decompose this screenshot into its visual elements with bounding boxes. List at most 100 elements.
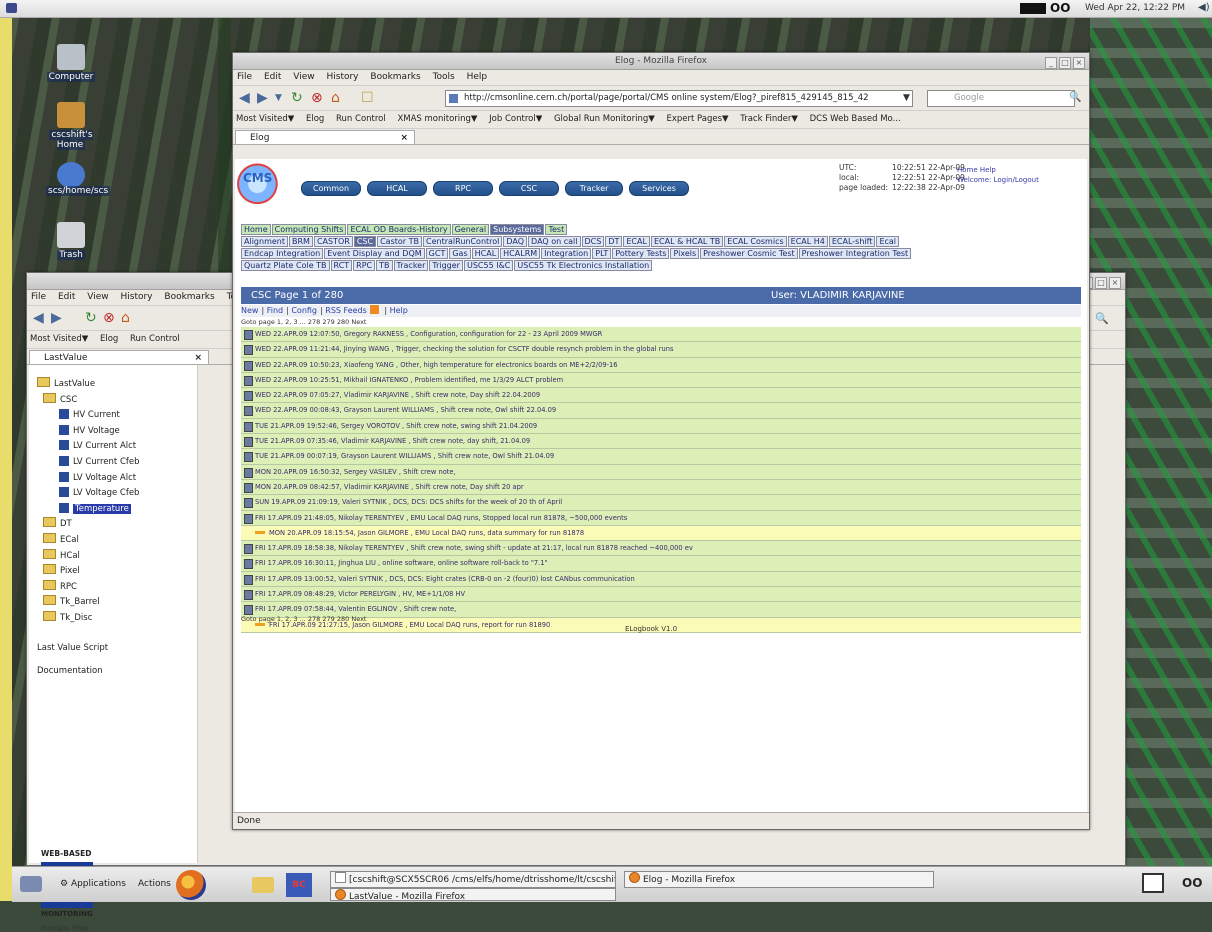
- tree-item-lv-voltage-cfeb[interactable]: LV Voltage Cfeb: [37, 486, 140, 502]
- nav-common[interactable]: Common: [301, 181, 361, 196]
- tab-preshower-integration[interactable]: Preshower Integration Test: [798, 248, 912, 259]
- tree-item-csc[interactable]: CSC: [37, 392, 140, 409]
- tree-item-temperature[interactable]: Temperature: [37, 502, 140, 518]
- cmd-help[interactable]: Help: [390, 306, 408, 315]
- tab-tb[interactable]: TB: [376, 260, 393, 271]
- desktop-icon-trash[interactable]: Trash: [46, 222, 96, 260]
- maximize-icon[interactable]: □: [1095, 277, 1107, 289]
- show-desktop-icon[interactable]: [20, 876, 42, 892]
- tree-item-lv-current-cfeb[interactable]: LV Current Cfeb: [37, 455, 140, 471]
- taskbar-elog[interactable]: Elog - Mozilla Firefox: [624, 871, 934, 888]
- list-item[interactable]: FRI 17.APR.09 16:30:11, Jinghua LIU , on…: [241, 556, 1081, 572]
- tab-pottery-tests[interactable]: Pottery Tests: [612, 248, 670, 259]
- clock[interactable]: Wed Apr 22, 12:22 PM: [1085, 3, 1185, 13]
- bookmark-run-control[interactable]: Run Control: [130, 334, 180, 344]
- tab-tracker[interactable]: Tracker: [393, 260, 429, 271]
- tree-item-tk-barrel[interactable]: Tk_Barrel: [37, 595, 140, 611]
- list-item[interactable]: WED 22.APR.09 12:07:50, Gregory RAKNESS …: [241, 327, 1081, 343]
- desktop-icon-computer[interactable]: Computer: [46, 44, 96, 82]
- tab-preshower-cosmic[interactable]: Preshower Cosmic Test: [700, 248, 798, 259]
- forward-icon[interactable]: ▶: [257, 90, 268, 106]
- tab-quartz-plate[interactable]: Quartz Plate Cole TB: [241, 260, 330, 271]
- tab-hcalrm[interactable]: HCALRM: [500, 248, 541, 259]
- network-icon[interactable]: OO: [1050, 1, 1070, 15]
- list-item[interactable]: FRI 17.APR.09 21:48:05, Nikolay TERENTYE…: [241, 510, 1081, 526]
- list-item[interactable]: MON 20.APR.09 16:50:32, Sergey VASILEV ,…: [241, 464, 1081, 480]
- list-item[interactable]: TUE 21.APR.09 00:07:19, Grayson Laurent …: [241, 449, 1081, 465]
- home-help-link[interactable]: Home Help: [957, 165, 1039, 175]
- list-item[interactable]: TUE 21.APR.09 19:52:46, Sergey VOROTOV ,…: [241, 418, 1081, 435]
- tab-ecal-od-boards[interactable]: ECAL OD Boards-History: [347, 224, 451, 235]
- stop-icon[interactable]: ⊗: [311, 90, 323, 106]
- minimize-icon[interactable]: _: [1045, 57, 1057, 69]
- applications-menu[interactable]: ⚙ Applications: [60, 879, 126, 889]
- tree-item-rpc[interactable]: RPC: [37, 579, 140, 596]
- actions-menu[interactable]: Actions: [138, 879, 171, 889]
- tab-close-icon[interactable]: ×: [400, 131, 408, 145]
- reload-icon[interactable]: ↻: [85, 310, 97, 326]
- tab-computing-shifts[interactable]: Computing Shifts: [271, 224, 347, 235]
- menu-file[interactable]: File: [31, 292, 46, 302]
- tab-test[interactable]: Test: [545, 224, 568, 235]
- tab-dt[interactable]: DT: [605, 236, 623, 247]
- list-item[interactable]: WED 22.APR.09 10:25:51, Mikhail IGNATENK…: [241, 372, 1081, 389]
- menu-tools[interactable]: Tools: [433, 72, 455, 82]
- tab-ecal-h4[interactable]: ECAL H4: [787, 236, 828, 247]
- tab-event-display-dqm[interactable]: Event Display and DQM: [324, 248, 425, 259]
- firefox-launcher-icon[interactable]: [176, 870, 206, 900]
- search-icon[interactable]: 🔍: [1095, 312, 1109, 325]
- tree-item-hv-current[interactable]: HV Current: [37, 408, 140, 424]
- system-menu-icon[interactable]: [6, 3, 17, 13]
- list-item[interactable]: MON 20.APR.09 08:42:57, Vladimir KARJAVI…: [241, 479, 1081, 496]
- tab-central-run-control[interactable]: CentralRunControl: [423, 236, 503, 247]
- bookmark-most-visited[interactable]: Most Visited▼: [236, 114, 294, 124]
- bookmark-dcs-web[interactable]: DCS Web Based Mo...: [810, 114, 901, 124]
- nav-hcal[interactable]: HCAL: [367, 181, 427, 196]
- list-item[interactable]: TUE 21.APR.09 07:35:46, Vladimir KARJAVI…: [241, 434, 1081, 450]
- bookmark-expert-pages[interactable]: Expert Pages▼: [666, 114, 728, 124]
- tab-plt[interactable]: PLT: [592, 248, 612, 259]
- forward-icon[interactable]: ▶: [51, 310, 62, 326]
- stop-icon[interactable]: ⊗: [103, 310, 115, 326]
- menu-edit[interactable]: Edit: [58, 292, 75, 302]
- search-icon[interactable]: 🔍: [1069, 92, 1081, 103]
- search-input[interactable]: Google: [927, 90, 1075, 107]
- taskbar-lastvalue[interactable]: LastValue - Mozilla Firefox: [330, 888, 616, 901]
- maximize-icon[interactable]: □: [1059, 57, 1071, 69]
- volume-icon[interactable]: ◀): [1198, 2, 1210, 13]
- tab-brm[interactable]: BRM: [289, 236, 313, 247]
- tab-home[interactable]: Home: [241, 224, 271, 235]
- pagination-top[interactable]: Goto page 1, 2, 3 ... 278 279 280 Next: [241, 318, 1081, 327]
- list-item[interactable]: FRI 17.APR.09 13:00:52, Valeri SYTNIK , …: [241, 571, 1081, 588]
- tab-gas[interactable]: Gas: [449, 248, 471, 259]
- back-icon[interactable]: ◀: [239, 90, 250, 106]
- tab-lastvalue[interactable]: LastValue ×: [29, 350, 209, 364]
- close-icon[interactable]: ×: [1073, 57, 1085, 69]
- tab-castor-tb[interactable]: Castor TB: [377, 236, 422, 247]
- nav-services[interactable]: Services: [629, 181, 689, 196]
- tab-rpc[interactable]: RPC: [353, 260, 376, 271]
- elog-window[interactable]: Elog - Mozilla Firefox _ □ × File Edit Vie…: [232, 52, 1090, 830]
- url-dropdown-icon[interactable]: ▼: [903, 93, 910, 103]
- nav-rpc[interactable]: RPC: [433, 181, 493, 196]
- tab-alignment[interactable]: Alignment: [241, 236, 288, 247]
- tab-elog[interactable]: Elog ×: [235, 130, 415, 144]
- list-item[interactable]: SUN 19.APR.09 21:09:19, Valeri SYTNIK , …: [241, 495, 1081, 511]
- bookmark-job-control[interactable]: Job Control▼: [489, 114, 542, 124]
- tab-rct[interactable]: RCT: [330, 260, 353, 271]
- taskbar-terminal[interactable]: [cscshift@SCX5SCR06 /cms/elfs/home/dtris…: [330, 871, 616, 888]
- tree-item-pixel[interactable]: Pixel: [37, 564, 140, 580]
- tab-ecal[interactable]: ECAL: [623, 236, 650, 247]
- desktop-icon-home[interactable]: cscshift's Home: [46, 102, 96, 150]
- cmd-new[interactable]: New: [241, 306, 258, 315]
- menu-history[interactable]: History: [120, 292, 152, 302]
- list-item[interactable]: FRI 17.APR.09 18:58:38, Nikolay TERENTYE…: [241, 541, 1081, 557]
- home-icon[interactable]: ⌂: [331, 90, 340, 106]
- menu-file[interactable]: File: [237, 72, 252, 82]
- tab-pixels[interactable]: Pixels: [670, 248, 700, 259]
- tree-item-lastvalue[interactable]: LastValue: [37, 377, 140, 393]
- list-item[interactable]: WED 22.APR.09 11:21:44, Jinying WANG , T…: [241, 342, 1081, 358]
- history-dropdown-icon[interactable]: ▼: [275, 93, 282, 103]
- tab-general[interactable]: General: [451, 224, 490, 235]
- tree-item-lv-voltage-alct[interactable]: LV Voltage Alct: [37, 471, 140, 487]
